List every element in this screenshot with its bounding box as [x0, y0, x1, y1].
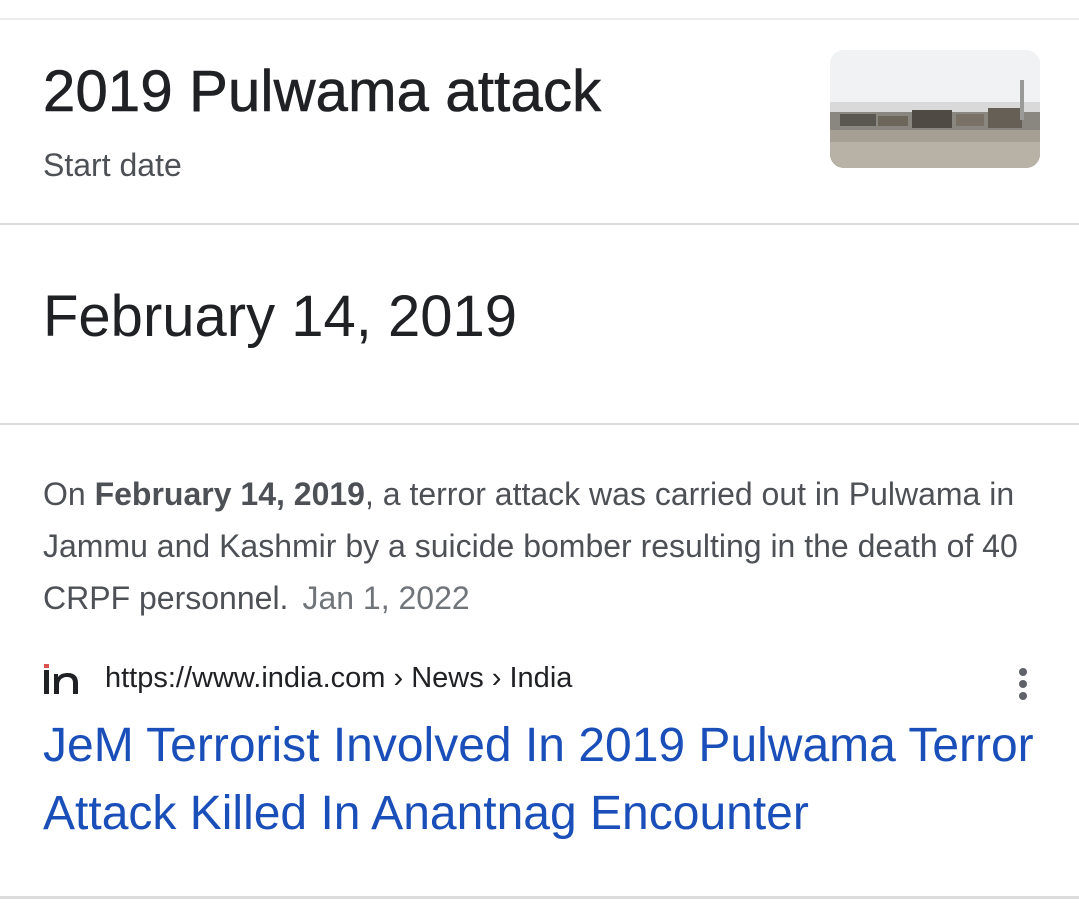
entity-thumbnail-image[interactable]	[830, 50, 1040, 168]
snippet-date: Jan 1, 2022	[302, 580, 470, 616]
snippet-prefix: On	[43, 476, 95, 512]
entity-subtitle: Start date	[43, 147, 182, 183]
answer-value: February 14, 2019	[43, 284, 517, 349]
featured-snippet-text: On February 14, 2019, a terror attack wa…	[43, 468, 1043, 624]
kebab-dot	[1019, 668, 1027, 676]
entity-title[interactable]: 2019 Pulwama attack	[43, 58, 602, 126]
section-divider	[0, 223, 1079, 225]
section-divider	[0, 423, 1079, 425]
kebab-dot	[1019, 692, 1027, 700]
kebab-dot	[1019, 680, 1027, 688]
result-source-row: https://www.india.com › News › India	[43, 656, 1043, 700]
bottom-divider	[0, 896, 1079, 899]
result-url-breadcrumb[interactable]: https://www.india.com › News › India	[105, 658, 572, 698]
more-vert-icon[interactable]	[1011, 664, 1035, 704]
result-title-link[interactable]: JeM Terrorist Involved In 2019 Pulwama T…	[43, 712, 1053, 848]
india-com-logo-icon[interactable]	[43, 662, 87, 696]
thumbnail-scene	[830, 50, 1040, 168]
favicon-glyph	[44, 664, 78, 694]
snippet-bold-date: February 14, 2019	[94, 476, 365, 512]
